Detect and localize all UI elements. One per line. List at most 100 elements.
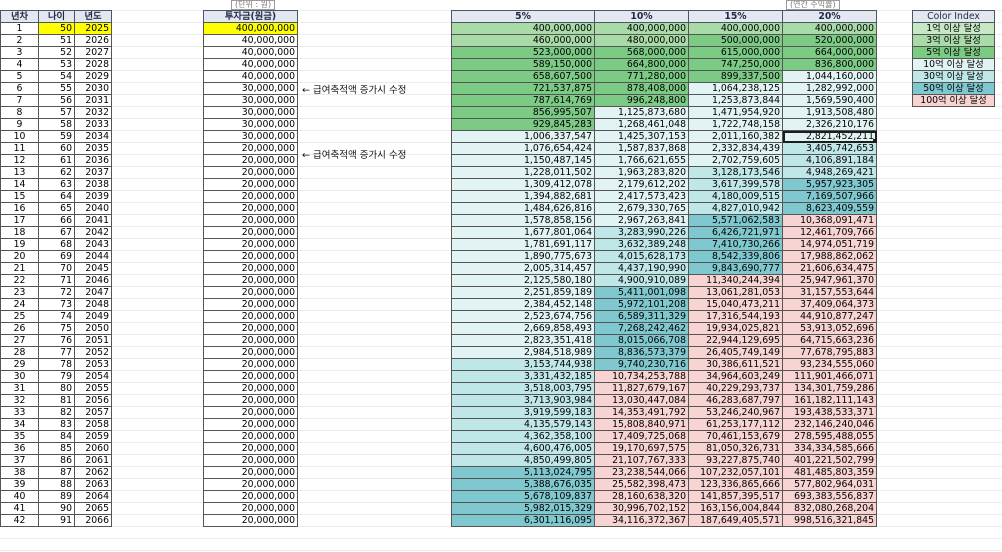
year-index-cell[interactable]: 15 bbox=[0, 190, 39, 203]
principal-cell[interactable]: 20,000,000 bbox=[203, 394, 298, 407]
year-index-cell[interactable]: 12 bbox=[0, 154, 39, 167]
value-20-cell[interactable]: 3,405,742,653 bbox=[782, 142, 877, 155]
year-cell[interactable]: 2034 bbox=[74, 130, 112, 143]
year-cell[interactable]: 2050 bbox=[74, 322, 112, 335]
principal-cell[interactable]: 20,000,000 bbox=[203, 430, 298, 443]
principal-cell[interactable]: 20,000,000 bbox=[203, 478, 298, 491]
year-index-cell[interactable]: 18 bbox=[0, 226, 39, 239]
value-10-cell[interactable]: 7,268,242,462 bbox=[594, 322, 689, 335]
year-index-cell[interactable]: 3 bbox=[0, 46, 39, 59]
value-10-cell[interactable]: 13,030,447,084 bbox=[594, 394, 689, 407]
value-20-cell[interactable]: 664,000,000 bbox=[782, 46, 877, 59]
principal-cell[interactable]: 20,000,000 bbox=[203, 358, 298, 371]
year-cell[interactable]: 2033 bbox=[74, 118, 112, 131]
value-20-cell[interactable]: 334,334,585,666 bbox=[782, 442, 877, 455]
principal-cell[interactable]: 20,000,000 bbox=[203, 154, 298, 167]
value-10-cell[interactable]: 17,409,725,068 bbox=[594, 430, 689, 443]
value-15-cell[interactable]: 7,410,730,266 bbox=[688, 238, 783, 251]
year-index-cell[interactable]: 5 bbox=[0, 70, 39, 83]
header-principal[interactable]: 투자금(원금) bbox=[203, 10, 298, 23]
value-10-cell[interactable]: 1,587,837,868 bbox=[594, 142, 689, 155]
year-cell[interactable]: 2042 bbox=[74, 226, 112, 239]
header-year-index[interactable]: 년차 bbox=[0, 10, 39, 23]
age-cell[interactable]: 55 bbox=[38, 82, 75, 95]
age-cell[interactable]: 87 bbox=[38, 466, 75, 479]
age-cell[interactable]: 90 bbox=[38, 502, 75, 515]
header-year[interactable]: 년도 bbox=[74, 10, 112, 23]
year-index-cell[interactable]: 35 bbox=[0, 430, 39, 443]
value-10-cell[interactable]: 14,353,491,792 bbox=[594, 406, 689, 419]
age-cell[interactable]: 83 bbox=[38, 418, 75, 431]
year-cell[interactable]: 2062 bbox=[74, 466, 112, 479]
value-15-cell[interactable]: 40,229,293,737 bbox=[688, 382, 783, 395]
value-15-cell[interactable]: 123,336,865,666 bbox=[688, 478, 783, 491]
age-cell[interactable]: 79 bbox=[38, 370, 75, 383]
value-10-cell[interactable]: 9,740,230,716 bbox=[594, 358, 689, 371]
value-20-cell[interactable]: 1,569,590,400 bbox=[782, 94, 877, 107]
year-index-cell[interactable]: 36 bbox=[0, 442, 39, 455]
value-15-cell[interactable]: 1,253,873,844 bbox=[688, 94, 783, 107]
age-cell[interactable]: 81 bbox=[38, 394, 75, 407]
value-15-cell[interactable]: 615,000,000 bbox=[688, 46, 783, 59]
value-20-cell[interactable]: 77,678,795,883 bbox=[782, 346, 877, 359]
value-15-cell[interactable]: 3,128,173,546 bbox=[688, 166, 783, 179]
year-index-cell[interactable]: 16 bbox=[0, 202, 39, 215]
value-20-cell[interactable]: 161,182,111,143 bbox=[782, 394, 877, 407]
value-15-cell[interactable]: 93,227,875,740 bbox=[688, 454, 783, 467]
value-10-cell[interactable]: 568,000,000 bbox=[594, 46, 689, 59]
year-index-cell[interactable]: 11 bbox=[0, 142, 39, 155]
value-5-cell[interactable]: 929,845,283 bbox=[451, 118, 595, 131]
year-index-cell[interactable]: 38 bbox=[0, 466, 39, 479]
header-rate-15[interactable]: 15% bbox=[688, 10, 783, 23]
year-index-cell[interactable]: 29 bbox=[0, 358, 39, 371]
year-index-cell[interactable]: 19 bbox=[0, 238, 39, 251]
value-10-cell[interactable]: 25,582,398,473 bbox=[594, 478, 689, 491]
age-cell[interactable]: 64 bbox=[38, 190, 75, 203]
value-5-cell[interactable]: 1,578,858,156 bbox=[451, 214, 595, 227]
value-20-cell[interactable]: 5,957,923,305 bbox=[782, 178, 877, 191]
value-5-cell[interactable]: 5,982,015,329 bbox=[451, 502, 595, 515]
principal-cell[interactable]: 20,000,000 bbox=[203, 202, 298, 215]
year-index-cell[interactable]: 7 bbox=[0, 94, 39, 107]
value-10-cell[interactable]: 8,015,066,708 bbox=[594, 334, 689, 347]
year-cell[interactable]: 2059 bbox=[74, 430, 112, 443]
principal-cell[interactable]: 20,000,000 bbox=[203, 142, 298, 155]
value-20-cell[interactable]: 1,913,508,480 bbox=[782, 106, 877, 119]
year-cell[interactable]: 2044 bbox=[74, 250, 112, 263]
value-10-cell[interactable]: 3,632,389,248 bbox=[594, 238, 689, 251]
principal-cell[interactable]: 20,000,000 bbox=[203, 382, 298, 395]
value-15-cell[interactable]: 1,471,954,920 bbox=[688, 106, 783, 119]
year-cell[interactable]: 2053 bbox=[74, 358, 112, 371]
header-rate-5[interactable]: 5% bbox=[451, 10, 595, 23]
year-index-cell[interactable]: 1 bbox=[0, 22, 39, 35]
value-10-cell[interactable]: 19,170,697,575 bbox=[594, 442, 689, 455]
value-20-cell[interactable]: 134,301,759,286 bbox=[782, 382, 877, 395]
principal-cell[interactable]: 40,000,000 bbox=[203, 46, 298, 59]
year-cell[interactable]: 2035 bbox=[74, 142, 112, 155]
value-10-cell[interactable]: 10,734,253,788 bbox=[594, 370, 689, 383]
header-age[interactable]: 나이 bbox=[38, 10, 75, 23]
year-index-cell[interactable]: 9 bbox=[0, 118, 39, 131]
value-10-cell[interactable]: 1,963,283,820 bbox=[594, 166, 689, 179]
value-20-cell[interactable]: 401,221,502,799 bbox=[782, 454, 877, 467]
value-20-cell[interactable]: 111,901,466,071 bbox=[782, 370, 877, 383]
value-20-cell[interactable]: 836,800,000 bbox=[782, 58, 877, 71]
value-5-cell[interactable]: 5,113,024,795 bbox=[451, 466, 595, 479]
year-index-cell[interactable]: 40 bbox=[0, 490, 39, 503]
value-5-cell[interactable]: 5,678,109,837 bbox=[451, 490, 595, 503]
principal-cell[interactable]: 20,000,000 bbox=[203, 298, 298, 311]
value-10-cell[interactable]: 5,411,001,098 bbox=[594, 286, 689, 299]
value-10-cell[interactable]: 30,996,702,152 bbox=[594, 502, 689, 515]
year-cell[interactable]: 2037 bbox=[74, 166, 112, 179]
value-5-cell[interactable]: 4,362,358,100 bbox=[451, 430, 595, 443]
year-cell[interactable]: 2061 bbox=[74, 454, 112, 467]
age-cell[interactable]: 75 bbox=[38, 322, 75, 335]
principal-cell[interactable]: 20,000,000 bbox=[203, 166, 298, 179]
year-cell[interactable]: 2026 bbox=[74, 34, 112, 47]
principal-cell[interactable]: 40,000,000 bbox=[203, 34, 298, 47]
year-cell[interactable]: 2064 bbox=[74, 490, 112, 503]
value-5-cell[interactable]: 1,781,691,117 bbox=[451, 238, 595, 251]
value-5-cell[interactable]: 2,005,314,457 bbox=[451, 262, 595, 275]
value-20-cell[interactable]: 832,080,268,204 bbox=[782, 502, 877, 515]
value-15-cell[interactable]: 1,064,238,125 bbox=[688, 82, 783, 95]
